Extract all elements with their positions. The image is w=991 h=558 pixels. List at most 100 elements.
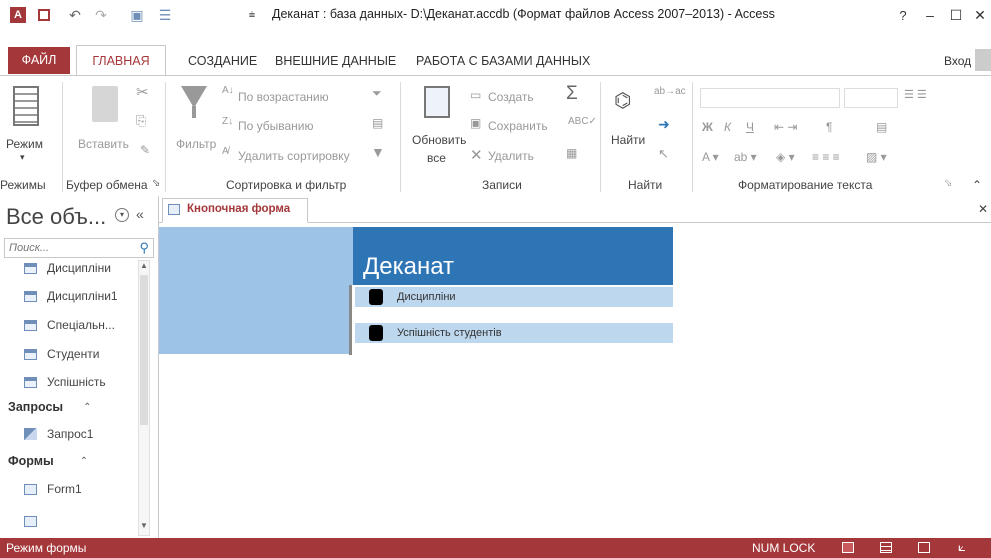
queries-section-header[interactable]: Запросы ⌃ xyxy=(8,396,91,418)
more-records-icon[interactable]: ▦ xyxy=(566,146,577,160)
redo-icon[interactable]: ↷ xyxy=(92,6,110,24)
find-button[interactable]: Найти xyxy=(611,133,645,147)
layout-view-icon[interactable] xyxy=(918,542,930,553)
nav-query-item[interactable]: Запрос1 xyxy=(24,422,93,446)
access-logo-icon[interactable]: A xyxy=(10,7,26,23)
nav-table-item[interactable]: Студенти xyxy=(24,342,99,366)
bullets-icon[interactable]: ☰ ☰ xyxy=(904,88,927,101)
switchboard-item[interactable]: Успішність студентів xyxy=(355,323,673,343)
search-input[interactable] xyxy=(5,239,133,257)
highlight-icon[interactable]: ab ▾ xyxy=(734,150,757,164)
undo-icon[interactable]: ↶ xyxy=(66,6,84,24)
copy-icon[interactable]: ⎘ xyxy=(136,113,146,129)
refresh-all-button-line2[interactable]: все xyxy=(427,151,446,165)
filter-icon[interactable] xyxy=(181,86,207,108)
close-document-icon[interactable]: ✕ xyxy=(978,202,988,216)
sort-descending-icon[interactable]: Z↓ xyxy=(222,116,233,127)
forms-section-header[interactable]: Формы ⌃ xyxy=(8,450,88,472)
nav-form-item[interactable]: Form1 xyxy=(24,477,82,501)
format-painter-icon[interactable]: ✎ xyxy=(140,143,150,157)
nav-scrollbar[interactable]: ▲ ▼ xyxy=(138,260,150,536)
toggle-filter-icon[interactable]: ▼ xyxy=(371,144,385,160)
scroll-down-icon[interactable]: ▼ xyxy=(139,521,149,535)
minimize-button[interactable]: – xyxy=(922,6,938,24)
avatar[interactable] xyxy=(975,49,991,71)
font-name-select[interactable] xyxy=(700,88,840,108)
design-view-icon[interactable]: ⟀ xyxy=(958,539,966,555)
tab-database-tools[interactable]: РАБОТА С БАЗАМИ ДАННЫХ xyxy=(416,48,590,74)
selection-filter-icon[interactable]: ⏷ xyxy=(372,86,382,101)
customize-toolbar-icon[interactable]: ⩧ xyxy=(246,6,258,24)
delete-record-button[interactable]: Удалить xyxy=(488,149,534,163)
filter-button[interactable]: Фильтр xyxy=(176,137,216,151)
remove-sort-button[interactable]: Удалить сортировку xyxy=(238,149,350,163)
bold-button[interactable]: Ж xyxy=(702,120,713,134)
nav-table-item[interactable]: Спеціальн... xyxy=(24,313,115,337)
collapse-nav-icon[interactable]: « xyxy=(136,206,144,222)
font-color-icon[interactable]: A ▾ xyxy=(702,150,719,164)
switchboard-item[interactable]: Дисципліни xyxy=(355,287,673,307)
align-icon[interactable]: ≡ ≡ ≡ xyxy=(812,150,840,164)
tab-external-data[interactable]: ВНЕШНИЕ ДАННЫЕ xyxy=(275,48,396,74)
spelling-icon[interactable]: ABC✓ xyxy=(568,116,597,127)
datasheet-view-icon[interactable] xyxy=(880,542,892,553)
view-mode-button[interactable]: Режим xyxy=(6,137,43,151)
font-size-select[interactable] xyxy=(844,88,898,108)
italic-button[interactable]: К xyxy=(724,120,731,134)
chevron-up-icon[interactable]: ⌃ xyxy=(83,402,91,413)
save-icon[interactable] xyxy=(36,6,52,24)
chevron-up-icon[interactable]: ⌃ xyxy=(80,456,88,467)
paragraph-icon[interactable]: ¶ xyxy=(826,120,832,134)
nav-table-item[interactable]: Дисципліни xyxy=(24,256,111,280)
background-color-icon[interactable]: ▤ xyxy=(876,120,887,134)
dialog-launcher-icon[interactable]: ⬂ xyxy=(944,178,952,189)
nav-table-item[interactable]: Успішність xyxy=(24,370,106,394)
maximize-button[interactable]: ☐ xyxy=(948,6,964,24)
view-mode-icon[interactable] xyxy=(13,86,39,126)
new-record-button[interactable]: Создать xyxy=(488,90,534,104)
fill-color-icon[interactable]: ◈ ▾ xyxy=(776,150,795,164)
new-record-icon[interactable]: ▭ xyxy=(470,88,481,102)
switchboard-button[interactable] xyxy=(369,325,383,341)
gridlines-icon[interactable]: ▨ ▾ xyxy=(866,150,887,164)
replace-icon[interactable]: ab→ac xyxy=(654,86,686,97)
collapse-ribbon-icon[interactable]: ⌃ xyxy=(972,178,982,192)
advanced-filter-icon[interactable]: ▤ xyxy=(372,116,383,130)
search-icon[interactable]: ⚲ xyxy=(139,240,149,256)
indent-icon[interactable]: ⇤ ⇥ xyxy=(774,120,797,134)
refresh-all-button[interactable]: Обновить xyxy=(412,133,466,147)
select-icon[interactable]: ↖ xyxy=(658,146,669,162)
goto-icon[interactable]: ➜ xyxy=(658,116,670,133)
nav-pane-title[interactable]: Все объ... xyxy=(6,204,106,230)
paste-icon[interactable] xyxy=(92,86,118,122)
sort-descending-button[interactable]: По убыванию xyxy=(238,119,314,133)
tab-file[interactable]: ФАЙЛ xyxy=(8,47,70,74)
remove-sort-icon[interactable]: A̸ xyxy=(222,146,229,157)
document-tab[interactable]: Кнопочная форма xyxy=(162,198,308,223)
cut-icon[interactable]: ✂ xyxy=(136,83,149,101)
help-button[interactable]: ? xyxy=(896,6,910,24)
nav-menu-icon[interactable]: ▾ xyxy=(115,208,129,222)
delete-record-icon[interactable]: ✕ xyxy=(470,146,483,164)
refresh-icon[interactable] xyxy=(424,86,450,118)
scroll-thumb[interactable] xyxy=(140,275,148,425)
tab-home[interactable]: ГЛАВНАЯ xyxy=(76,45,166,76)
paste-button[interactable]: Вставить xyxy=(78,137,129,151)
form-view-icon[interactable] xyxy=(842,542,854,553)
nav-table-item[interactable]: Дисципліни1 xyxy=(24,284,118,308)
nav-form-item-partial[interactable] xyxy=(24,506,47,536)
save-record-button[interactable]: Сохранить xyxy=(488,119,548,133)
search-box[interactable]: ⚲ xyxy=(4,238,154,258)
form-view-icon[interactable]: ▣ xyxy=(128,6,146,24)
sign-in-link[interactable]: Вход xyxy=(944,48,971,74)
switchboard-button[interactable] xyxy=(369,289,383,305)
save-record-icon[interactable]: ▣ xyxy=(470,116,481,130)
underline-button[interactable]: Ч xyxy=(746,120,754,134)
totals-icon[interactable]: Σ xyxy=(566,83,578,105)
binoculars-icon[interactable]: ⌬ xyxy=(614,88,631,113)
tab-create[interactable]: СОЗДАНИЕ xyxy=(188,48,257,74)
sort-ascending-button[interactable]: По возрастанию xyxy=(238,90,329,104)
dialog-launcher-icon[interactable]: ⬂ xyxy=(152,178,160,189)
close-button[interactable]: ✕ xyxy=(972,6,988,24)
view-mode-dropdown-icon[interactable]: ▾ xyxy=(20,152,25,163)
